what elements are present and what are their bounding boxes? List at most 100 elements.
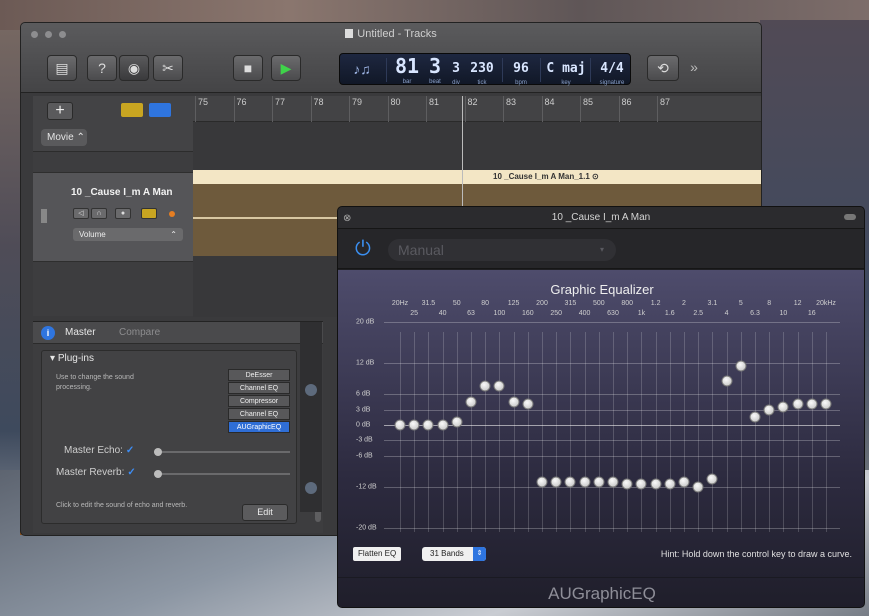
knob-icon[interactable] (305, 384, 317, 396)
master-reverb-checkbox[interactable]: ✓ (127, 467, 135, 478)
eq-band-slider[interactable] (706, 473, 718, 485)
play-button[interactable]: ▶ (271, 55, 301, 81)
tab-compare[interactable]: Compare (119, 327, 160, 338)
band-track (684, 332, 685, 532)
preset-menu[interactable]: Manual ▾ (388, 239, 616, 261)
eq-band-slider[interactable] (579, 476, 591, 488)
knob-icon[interactable] (305, 482, 317, 494)
record-enable-button[interactable]: ● (115, 208, 131, 219)
master-echo-knob[interactable] (154, 448, 162, 456)
eq-band-slider[interactable] (522, 398, 534, 410)
bands-selector[interactable]: 31 Bands ⇕ (422, 547, 486, 561)
band-track (442, 332, 444, 532)
solo-headphones-icon[interactable]: ∩ (91, 208, 107, 219)
gridline (384, 363, 840, 365)
lcd-tempo-label: bpm (515, 80, 527, 86)
add-track-button[interactable]: + (47, 102, 73, 120)
eq-band-slider[interactable] (451, 416, 463, 428)
db-label: 12 dB (356, 359, 375, 367)
band-track (456, 332, 458, 532)
stop-button[interactable]: ■ (233, 55, 263, 81)
automation-selector[interactable]: Volume ⌃ (73, 228, 183, 241)
band-track (712, 332, 714, 532)
band-track (783, 332, 785, 532)
chevron-down-icon: ▾ (599, 245, 604, 254)
stepper-icon: ⇕ (473, 547, 486, 561)
plugins-title[interactable]: ▾ Plug-ins (50, 353, 94, 364)
more-chevron-icon[interactable]: » (683, 55, 705, 81)
collapse-button[interactable] (844, 214, 856, 220)
inspector-tabs: i Master Compare (33, 322, 323, 344)
tab-master[interactable]: Master (65, 327, 96, 338)
master-reverb-slider[interactable] (154, 473, 290, 475)
eq-band-slider[interactable] (607, 476, 619, 488)
eq-band-slider[interactable] (564, 476, 576, 488)
power-icon[interactable]: ⏻ (355, 238, 371, 261)
track-header[interactable]: 10 _Cause I_m A Man ◁ ∩ ● Volume ⌃ (33, 172, 193, 262)
band-track (826, 332, 827, 532)
band-track (499, 332, 501, 532)
eq-band-slider[interactable] (536, 476, 548, 488)
freq-label-bottom: 630 (607, 310, 619, 317)
eq-band-slider[interactable] (806, 398, 818, 410)
filter-icon[interactable] (149, 103, 171, 117)
automation-button[interactable] (141, 208, 157, 219)
smart-controls-button[interactable]: ◉ (119, 55, 149, 81)
master-reverb-knob[interactable] (154, 470, 162, 478)
library-button[interactable]: ▤ (47, 55, 77, 81)
channel-strip (300, 322, 322, 512)
master-echo-slider[interactable] (154, 451, 290, 453)
eq-band-slider[interactable] (465, 396, 477, 408)
eq-band-slider[interactable] (550, 476, 562, 488)
eq-band-slider[interactable] (650, 478, 662, 490)
plugin-slot[interactable]: Compressor (228, 395, 290, 407)
lcd-beat-label: beat (429, 79, 441, 85)
input-monitor-icon[interactable] (169, 211, 175, 217)
preset-label: Manual (398, 242, 444, 258)
eq-band-slider[interactable] (621, 478, 633, 490)
eq-band-slider[interactable] (777, 401, 789, 413)
plugin-slot[interactable]: Channel EQ (228, 382, 290, 394)
movie-track-selector[interactable]: Movie ⌃ (41, 129, 87, 146)
eq-band-slider[interactable] (664, 478, 676, 490)
db-label: -12 dB (356, 483, 377, 491)
document-icon (345, 29, 354, 38)
catch-playhead-icon[interactable] (121, 103, 143, 117)
info-icon[interactable]: i (41, 326, 55, 340)
ruler-tick-label: 82 (467, 97, 478, 107)
eq-band-slider[interactable] (692, 481, 704, 493)
eq-band-slider[interactable] (593, 476, 605, 488)
master-echo-checkbox[interactable]: ✓ (126, 445, 134, 456)
edit-button[interactable]: Edit (242, 504, 288, 521)
mute-button[interactable]: ◁ (73, 208, 89, 219)
eq-band-slider[interactable] (735, 360, 747, 372)
help-button[interactable]: ? (87, 55, 117, 81)
lcd-display[interactable]: ♪♫ 81 bar 3 beat 3 div 230 tick 96 bpm C maj k… (339, 53, 631, 86)
plugin-slot-selected[interactable]: AUGraphicEQ (228, 421, 290, 433)
flatten-eq-button[interactable]: Flatten EQ (353, 547, 402, 561)
eq-band-slider[interactable] (394, 419, 406, 431)
plugin-slot[interactable]: Channel EQ (228, 408, 290, 420)
eq-band-slider[interactable] (422, 419, 434, 431)
eq-band-slider[interactable] (508, 396, 520, 408)
eq-band-slider[interactable] (493, 380, 505, 392)
plugin-slot[interactable]: DeEsser (228, 369, 290, 381)
editors-button[interactable]: ✂ (153, 55, 183, 81)
eq-band-slider[interactable] (820, 398, 832, 410)
freq-label-top: 500 (592, 300, 605, 307)
freq-label-top: 50 (452, 300, 461, 307)
cycle-button[interactable]: ⟲ (647, 55, 679, 81)
eq-band-slider[interactable] (408, 419, 420, 431)
eq-band-slider[interactable] (721, 375, 733, 387)
eq-band-slider[interactable] (479, 380, 491, 392)
ruler-tick-line (310, 96, 312, 122)
eq-band-slider[interactable] (792, 398, 804, 410)
eq-band-slider[interactable] (749, 411, 761, 423)
tracks-header-panel: + Movie ⌃ 10 _Cause I_m A Man ◁ ∩ ● Volu… (33, 96, 193, 316)
ruler[interactable]: 75 76 77 78 79 80 81 82 83 84 85 86 87 (193, 96, 761, 122)
eq-band-slider[interactable] (437, 419, 449, 431)
eq-band-slider[interactable] (678, 476, 690, 488)
eq-band-slider[interactable] (635, 478, 647, 490)
region-header[interactable]: 10 _Cause I_m A Man_1.1 ⊙ (193, 170, 761, 184)
eq-band-slider[interactable] (763, 404, 775, 416)
